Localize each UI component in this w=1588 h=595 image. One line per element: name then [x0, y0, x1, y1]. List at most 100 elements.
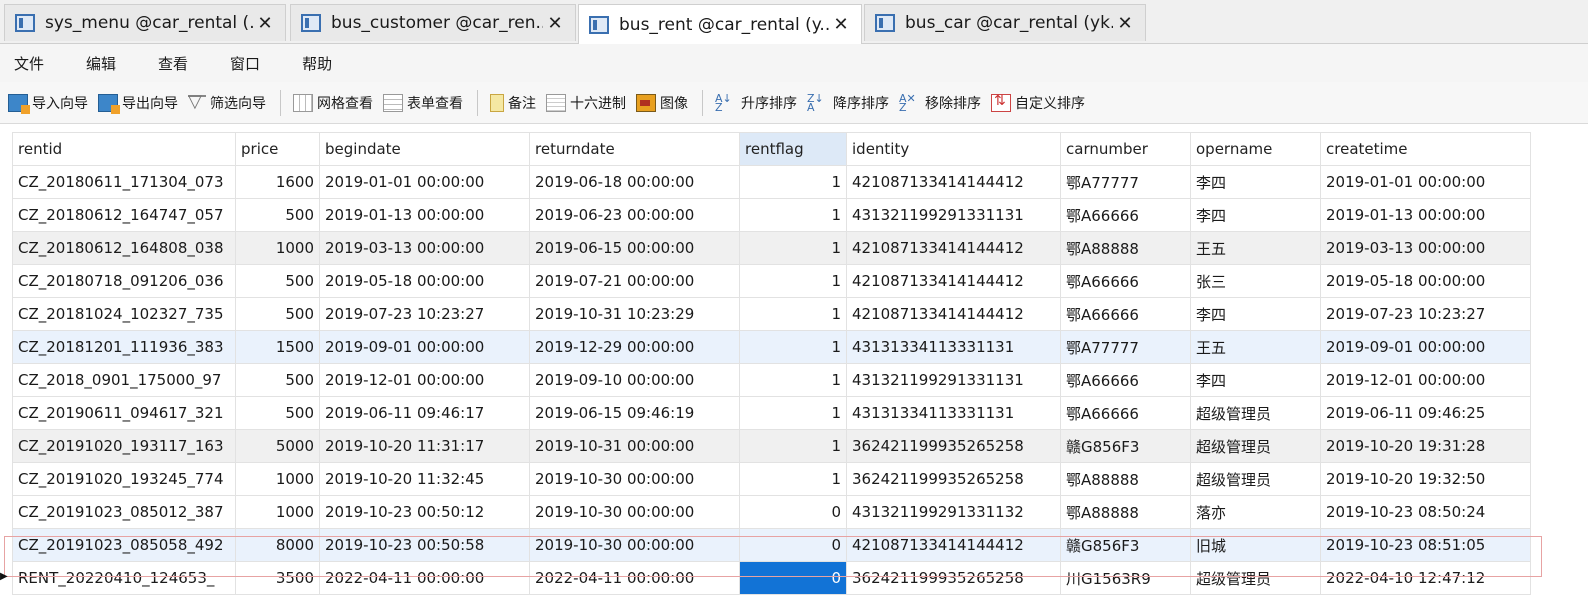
table-cell-rentid[interactable]: CZ_20190611_094617_321: [12, 396, 236, 430]
table-cell-opername[interactable]: 李四: [1190, 165, 1321, 199]
table-cell-begindate[interactable]: 2019-01-01 00:00:00: [319, 165, 530, 199]
table-cell-rentflag[interactable]: 0: [739, 561, 847, 595]
table-cell-returndate[interactable]: 2019-12-29 00:00:00: [529, 330, 740, 364]
table-row[interactable]: CZ_20191020_193117_163 5000 2019-10-20 11:…: [12, 429, 1531, 463]
export-wizard-button[interactable]: 导出向导: [98, 93, 178, 114]
table-cell-opername[interactable]: 超级管理员: [1190, 561, 1321, 595]
menu-help[interactable]: 帮助: [302, 53, 332, 74]
close-icon[interactable]: ✕: [1113, 13, 1137, 34]
table-cell-identity[interactable]: 362421199935265258: [846, 429, 1061, 463]
table-cell-rentid[interactable]: RENT_20220410_124653_: [12, 561, 236, 595]
table-cell-createtime[interactable]: 2019-07-23 10:23:27: [1320, 297, 1531, 331]
table-cell-price[interactable]: 500: [235, 363, 320, 397]
table-cell-createtime[interactable]: 2019-05-18 00:00:00: [1320, 264, 1531, 298]
table-cell-returndate[interactable]: 2019-07-21 00:00:00: [529, 264, 740, 298]
table-cell-returndate[interactable]: 2019-10-31 00:00:00: [529, 429, 740, 463]
table-cell-returndate[interactable]: 2019-06-18 00:00:00: [529, 165, 740, 199]
table-cell-createtime[interactable]: 2019-10-23 08:51:05: [1320, 528, 1531, 562]
table-cell-rentflag[interactable]: 1: [739, 462, 847, 496]
table-row[interactable]: CZ_20180612_164747_057 500 2019-01-13 00:0…: [12, 198, 1531, 232]
table-cell-carnumber[interactable]: 鄂A66666: [1060, 363, 1191, 397]
table-cell-identity[interactable]: 421087133414144412: [846, 264, 1061, 298]
table-cell-begindate[interactable]: 2019-09-01 00:00:00: [319, 330, 530, 364]
table-cell-rentid[interactable]: CZ_2018_0901_175000_97: [12, 363, 236, 397]
table-cell-opername[interactable]: 王五: [1190, 231, 1321, 265]
table-row[interactable]: CZ_20180718_091206_036 500 2019-05-18 00:0…: [12, 264, 1531, 298]
table-cell-rentflag[interactable]: 1: [739, 231, 847, 265]
column-header-rentid[interactable]: rentid: [12, 132, 236, 166]
column-header-identity[interactable]: identity: [846, 132, 1061, 166]
table-cell-identity[interactable]: 43131334113331131: [846, 396, 1061, 430]
table-cell-opername[interactable]: 王五: [1190, 330, 1321, 364]
table-cell-price[interactable]: 1600: [235, 165, 320, 199]
table-cell-returndate[interactable]: 2019-10-30 00:00:00: [529, 462, 740, 496]
table-cell-returndate[interactable]: 2019-09-10 00:00:00: [529, 363, 740, 397]
table-cell-rentid[interactable]: CZ_20191020_193117_163: [12, 429, 236, 463]
table-cell-identity[interactable]: 362421199935265258: [846, 561, 1061, 595]
table-cell-rentid[interactable]: CZ_20180611_171304_073: [12, 165, 236, 199]
table-cell-carnumber[interactable]: 赣G856F3: [1060, 528, 1191, 562]
table-row[interactable]: CZ_20181201_111936_383 1500 2019-09-01 00:…: [12, 330, 1531, 364]
table-cell-createtime[interactable]: 2019-03-13 00:00:00: [1320, 231, 1531, 265]
table-cell-opername[interactable]: 李四: [1190, 297, 1321, 331]
table-cell-rentflag[interactable]: 1: [739, 165, 847, 199]
table-cell-begindate[interactable]: 2019-06-11 09:46:17: [319, 396, 530, 430]
table-row[interactable]: CZ_20180612_164808_038 1000 2019-03-13 00:…: [12, 231, 1531, 265]
table-cell-price[interactable]: 500: [235, 396, 320, 430]
table-cell-returndate[interactable]: 2019-10-30 00:00:00: [529, 528, 740, 562]
table-cell-rentid[interactable]: CZ_20180718_091206_036: [12, 264, 236, 298]
table-cell-opername[interactable]: 李四: [1190, 198, 1321, 232]
tab-bus-car[interactable]: bus_car @car_rental (yk... ✕: [864, 4, 1146, 41]
close-icon[interactable]: ✕: [829, 14, 853, 35]
table-cell-rentid[interactable]: CZ_20191020_193245_774: [12, 462, 236, 496]
table-row[interactable]: CZ_20191023_085012_387 1000 2019-10-23 00:…: [12, 495, 1531, 529]
table-cell-rentid[interactable]: CZ_20191023_085012_387: [12, 495, 236, 529]
table-cell-carnumber[interactable]: 鄂A88888: [1060, 462, 1191, 496]
remove-sort-button[interactable]: A✕ Z 移除排序: [899, 93, 981, 113]
table-row[interactable]: CZ_2018_0901_175000_97 500 2019-12-01 00:0…: [12, 363, 1531, 397]
table-cell-opername[interactable]: 旧城: [1190, 528, 1321, 562]
menu-view[interactable]: 查看: [158, 53, 188, 74]
table-cell-rentid[interactable]: CZ_20180612_164747_057: [12, 198, 236, 232]
hex-button[interactable]: 十六进制: [546, 93, 626, 113]
form-view-button[interactable]: 表单查看: [383, 93, 463, 113]
table-cell-opername[interactable]: 超级管理员: [1190, 396, 1321, 430]
table-cell-opername[interactable]: 超级管理员: [1190, 462, 1321, 496]
table-cell-rentflag[interactable]: 1: [739, 396, 847, 430]
table-row[interactable]: CZ_20181024_102327_735 500 2019-07-23 10:2…: [12, 297, 1531, 331]
note-button[interactable]: 备注: [490, 93, 536, 113]
table-cell-carnumber[interactable]: 鄂A66666: [1060, 297, 1191, 331]
table-cell-opername[interactable]: 李四: [1190, 363, 1321, 397]
table-cell-rentflag[interactable]: 1: [739, 198, 847, 232]
table-cell-createtime[interactable]: 2019-09-01 00:00:00: [1320, 330, 1531, 364]
table-cell-price[interactable]: 1000: [235, 462, 320, 496]
table-cell-returndate[interactable]: 2019-06-23 00:00:00: [529, 198, 740, 232]
table-cell-begindate[interactable]: 2019-03-13 00:00:00: [319, 231, 530, 265]
table-cell-returndate[interactable]: 2019-10-30 00:00:00: [529, 495, 740, 529]
table-cell-carnumber[interactable]: 鄂A66666: [1060, 198, 1191, 232]
import-wizard-button[interactable]: 导入向导: [8, 93, 88, 114]
image-button[interactable]: 图像: [636, 93, 688, 113]
table-cell-begindate[interactable]: 2019-05-18 00:00:00: [319, 264, 530, 298]
table-cell-rentflag[interactable]: 0: [739, 528, 847, 562]
grid-view-button[interactable]: 网格查看: [293, 93, 373, 113]
table-cell-begindate[interactable]: 2019-10-23 00:50:58: [319, 528, 530, 562]
table-cell-createtime[interactable]: 2022-04-10 12:47:12: [1320, 561, 1531, 595]
table-row[interactable]: CZ_20191020_193245_774 1000 2019-10-20 11:…: [12, 462, 1531, 496]
table-cell-createtime[interactable]: 2019-10-20 19:31:28: [1320, 429, 1531, 463]
table-row[interactable]: RENT_20220410_124653_ 3500 2022-04-11 00:0…: [12, 561, 1531, 595]
table-cell-price[interactable]: 8000: [235, 528, 320, 562]
table-cell-rentflag[interactable]: 1: [739, 363, 847, 397]
table-cell-identity[interactable]: 421087133414144412: [846, 297, 1061, 331]
table-cell-carnumber[interactable]: 赣G856F3: [1060, 429, 1191, 463]
menu-file[interactable]: 文件: [14, 53, 44, 74]
table-cell-begindate[interactable]: 2019-01-13 00:00:00: [319, 198, 530, 232]
table-cell-returndate[interactable]: 2022-04-11 00:00:00: [529, 561, 740, 595]
table-cell-carnumber[interactable]: 鄂A88888: [1060, 495, 1191, 529]
close-icon[interactable]: ✕: [543, 13, 567, 34]
table-cell-carnumber[interactable]: 鄂A77777: [1060, 330, 1191, 364]
table-row[interactable]: CZ_20190611_094617_321 500 2019-06-11 09:4…: [12, 396, 1531, 430]
table-cell-createtime[interactable]: 2019-01-01 00:00:00: [1320, 165, 1531, 199]
table-cell-opername[interactable]: 落亦: [1190, 495, 1321, 529]
table-cell-price[interactable]: 500: [235, 198, 320, 232]
